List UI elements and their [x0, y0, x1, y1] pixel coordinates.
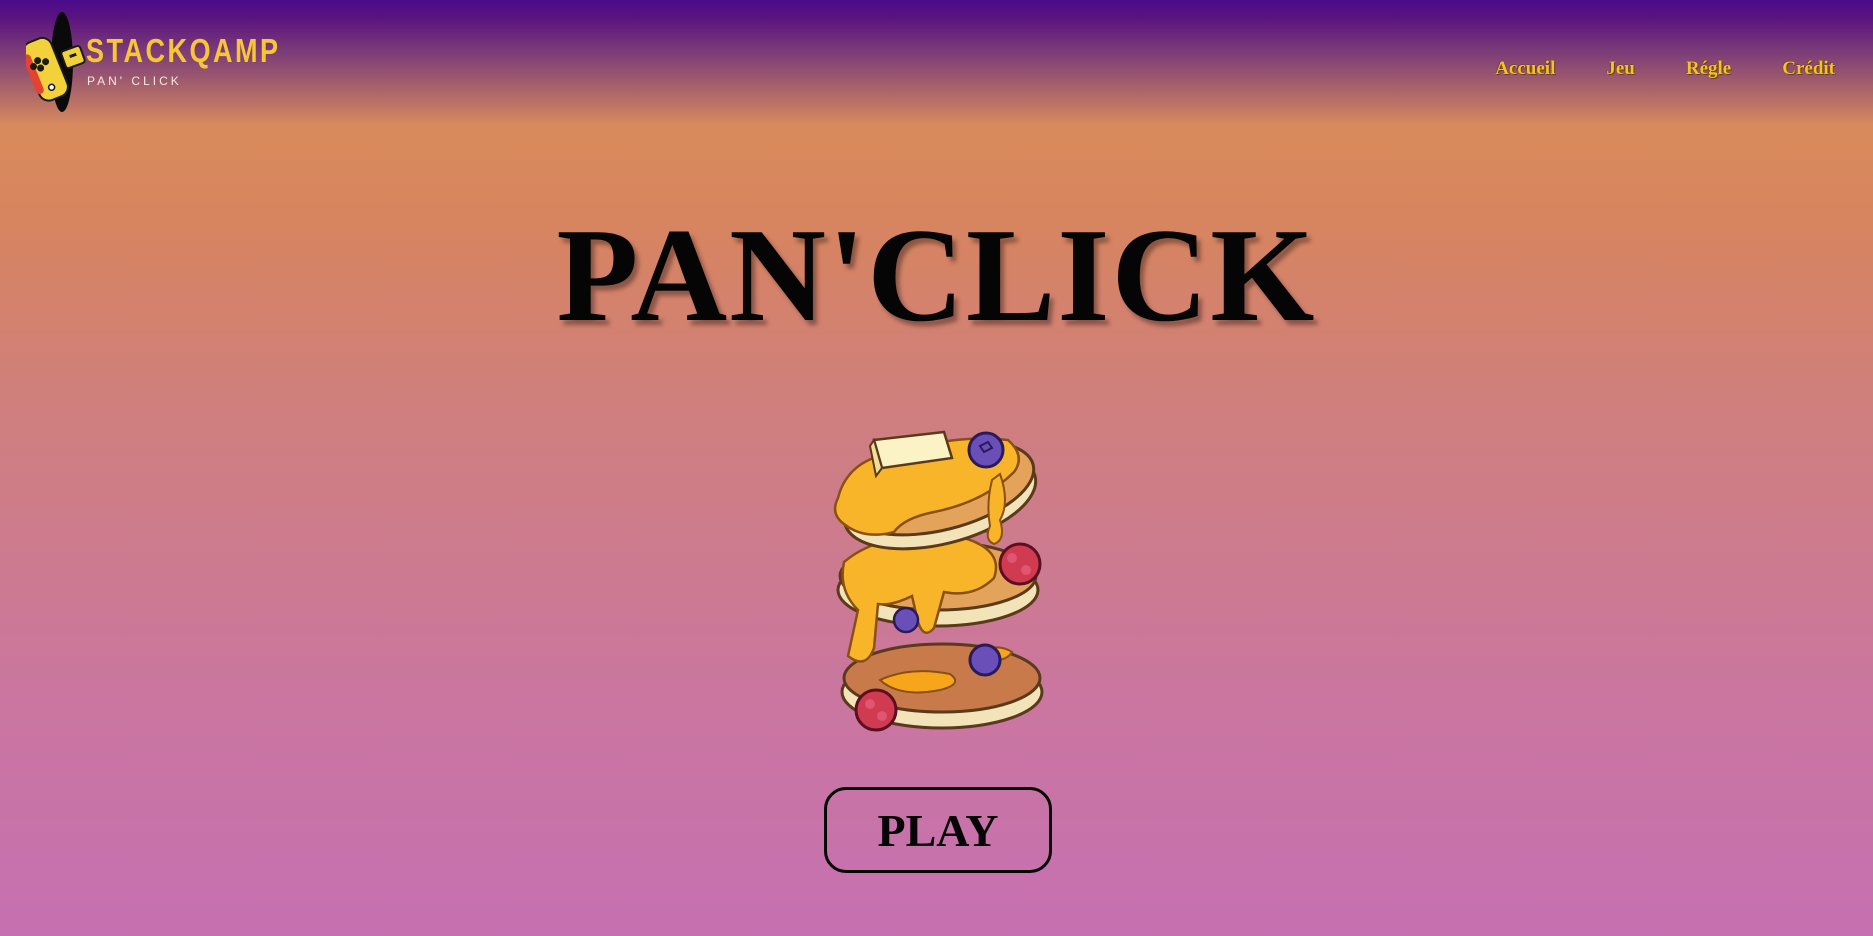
nav-link-credit[interactable]: Crédit: [1782, 58, 1835, 80]
pancake-stack-illustration: [830, 418, 1050, 738]
play-button[interactable]: PLAY: [824, 787, 1052, 873]
logo-title: STACKQAMP: [86, 32, 281, 69]
nav-link-regle[interactable]: Régle: [1686, 58, 1731, 80]
gamepad-icon: [26, 12, 86, 112]
site-logo[interactable]: STACKQAMP PAN' CLICK: [26, 8, 278, 118]
game-title: PAN'CLICK: [556, 201, 1317, 349]
main-nav: Accueil Jeu Régle Crédit: [1444, 58, 1835, 80]
logo-subtitle: PAN' CLICK: [87, 74, 182, 88]
nav-link-accueil[interactable]: Accueil: [1495, 58, 1555, 80]
nav-link-jeu[interactable]: Jeu: [1606, 58, 1635, 80]
